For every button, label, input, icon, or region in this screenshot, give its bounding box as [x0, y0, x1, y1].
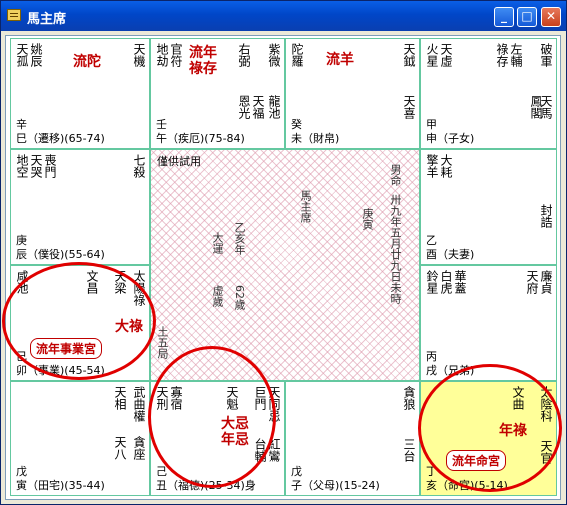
star-group: 官符: [169, 43, 183, 67]
center-name: 馬主席: [299, 190, 312, 223]
palace-chen[interactable]: 地空 天哭 喪門 七殺 庚 辰（僕役)(55-64): [10, 149, 150, 265]
star-group: 喪門: [43, 154, 57, 178]
palace-you[interactable]: 擎羊 大耗 封誥 乙 酉（夫妻): [420, 149, 557, 265]
palace-shen[interactable]: 火星 天虛 祿存 左輔 破軍 鳳閣 天馬 甲 申（子女): [420, 38, 557, 149]
palace-zi[interactable]: 貪狼 三台 戊 子（父母)(15-24): [285, 381, 420, 496]
liutuo-label: 流陀: [73, 54, 101, 70]
center-gender: 男命: [389, 164, 402, 186]
star-group: 陀羅: [290, 43, 304, 67]
star-group: 天鉞: [402, 43, 416, 67]
star-group: 天八: [113, 436, 127, 460]
center-wuju: 土五局: [156, 326, 169, 359]
star-group: 火星: [425, 43, 439, 67]
star-main: 紫微: [267, 43, 281, 67]
star-group: 天虛: [439, 43, 453, 67]
palace-si[interactable]: 天孤 姚辰 天機 流陀 辛 巳（遷移)(65-74): [10, 38, 150, 149]
star-group: 天哭: [29, 154, 43, 178]
star-group: 天喜: [402, 95, 416, 119]
center-info-panel: 僅供試用 馬主席 庚寅 男命 卅九年五月廿九日未時 乙亥年 大運 虛歲 62歲 …: [150, 149, 420, 381]
center-year: 乙亥年: [233, 222, 246, 255]
star-group: 封誥: [539, 204, 553, 228]
center-huidu: 虛歲: [211, 285, 224, 307]
star-group: 三台: [402, 438, 416, 462]
palace-yin[interactable]: 天相 武曲權 天八 貪座 戊 寅（田宅)(35-44): [10, 381, 150, 496]
star-main: 天機: [132, 43, 146, 67]
star-main: 貪狼: [402, 386, 416, 410]
star-group: 鈴星: [425, 270, 439, 294]
trial-note: 僅供試用: [157, 155, 201, 168]
star-group: 擎羊: [425, 154, 439, 178]
palace-name: 申（子女): [426, 132, 475, 145]
star-group: 祿存: [495, 43, 509, 67]
liunian-lucun-label: 流年祿存: [189, 45, 217, 77]
star-group: 恩光: [237, 95, 251, 119]
palace-name: 子（父母)(15-24): [291, 479, 380, 492]
liuyang-label: 流羊: [326, 52, 354, 68]
star-group: 姚辰: [29, 43, 43, 67]
annotation-oval-career: [2, 262, 156, 380]
star-main: 七殺: [132, 154, 146, 178]
palace-name: 未（財帛): [291, 132, 340, 145]
app-window: 馬主席 _ □ ✕ 天孤 姚辰 天機 流陀 辛 巳（遷移)(65-74) 地劫 …: [0, 0, 567, 505]
star-group: 華蓋: [453, 270, 467, 294]
close-button[interactable]: ✕: [541, 7, 561, 27]
annotation-oval-life: [418, 364, 562, 492]
star-group: 貪座: [132, 436, 146, 460]
chart-area: 天孤 姚辰 天機 流陀 辛 巳（遷移)(65-74) 地劫 官符 流年祿存 右弼…: [2, 35, 562, 500]
star-main: 破軍: [539, 43, 553, 67]
annotation-oval-fortune: [148, 346, 276, 488]
center-age: 62歲: [233, 285, 246, 310]
badge-career: 流年事業宮: [30, 338, 103, 359]
star-group: 大耗: [439, 154, 453, 178]
star-group: 龍池: [267, 95, 281, 119]
palace-name: 午（疾厄)(75-84): [156, 132, 245, 145]
center-zodiac: 庚寅: [361, 208, 374, 230]
star-group: 地空: [15, 154, 29, 178]
star-main: 廉貞: [539, 270, 553, 294]
palace-wu[interactable]: 地劫 官符 流年祿存 右弼 紫微 恩光 天福 龍池 壬 午（疾厄)(75-84): [150, 38, 285, 149]
star-group: 天府: [525, 270, 539, 294]
palace-wei[interactable]: 陀羅 流羊 天鉞 天喜 癸 未（財帛): [285, 38, 420, 149]
palace-name: 寅（田宅)(35-44): [16, 479, 105, 492]
window-title: 馬主席: [27, 12, 67, 27]
maximize-button[interactable]: □: [517, 7, 537, 27]
star-group: 左輔: [509, 43, 523, 67]
star-group: 天福: [251, 95, 265, 119]
palace-name: 巳（遷移)(65-74): [16, 132, 105, 145]
badge-life: 流年命宮: [446, 450, 507, 471]
app-icon: [7, 9, 21, 21]
star-group: 白虎: [439, 270, 453, 294]
star-group: 天馬: [539, 95, 553, 119]
star-group: 天孤: [15, 43, 29, 67]
palace-name: 酉（夫妻): [426, 248, 475, 261]
title-bar[interactable]: 馬主席 _ □ ✕: [1, 1, 566, 31]
minimize-button[interactable]: _: [494, 7, 514, 27]
center-birth: 卅九年五月廿九日未時: [389, 194, 402, 304]
palace-name: 辰（僕役)(55-64): [16, 248, 105, 261]
star-group: 天相: [113, 386, 127, 410]
star-group: 右弼: [237, 43, 251, 67]
star-main: 武曲權: [132, 386, 146, 422]
center-daxian: 大運: [211, 232, 224, 254]
star-group: 地劫: [155, 43, 169, 67]
